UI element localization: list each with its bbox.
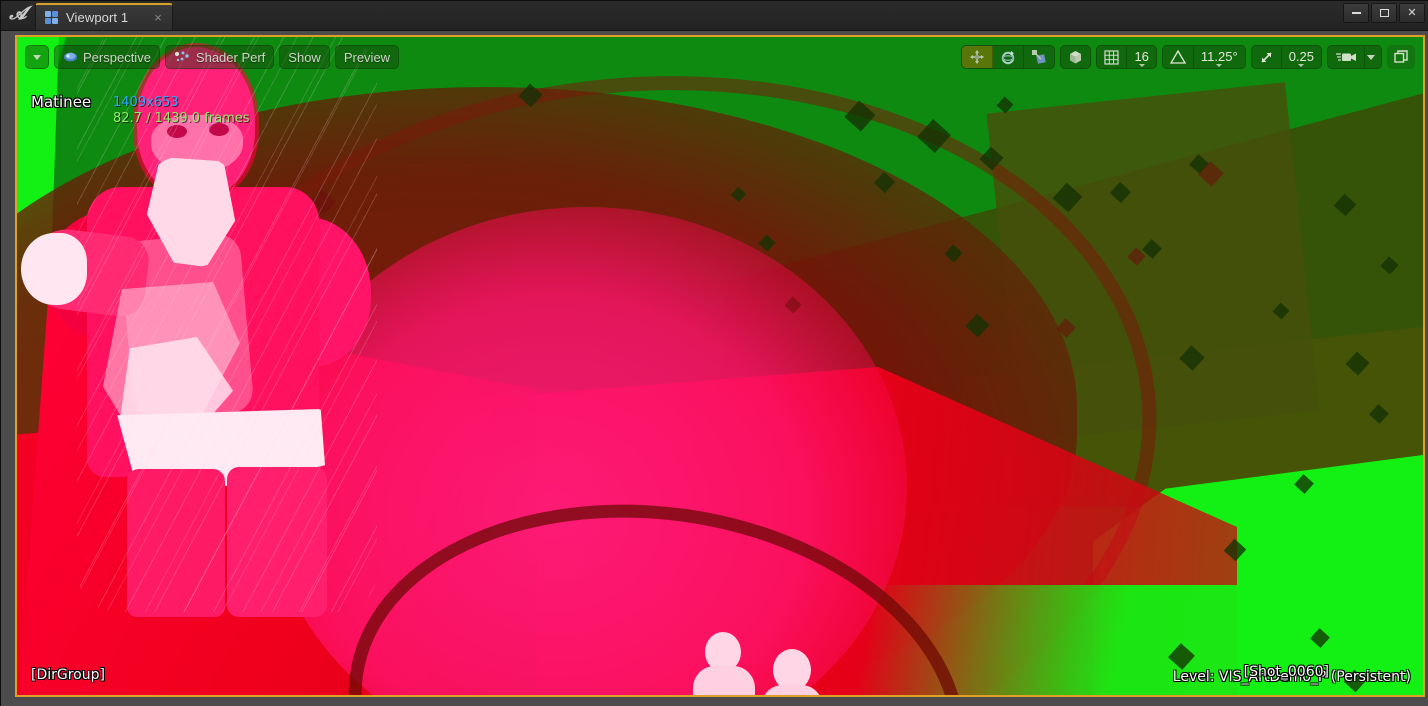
viewport-options-button[interactable] [25,45,49,69]
chevron-down-icon [33,55,41,60]
scale-snap-value: 0.25 [1289,49,1314,66]
title-bar: 𝓐 Viewport 1 × ✕ [1,1,1428,31]
frames-stat: 82.7 / 1439.0 frames [113,111,250,126]
camera-speed-icon [1336,50,1358,64]
preview-menu-button[interactable]: Preview [335,45,399,69]
tab-strip: Viewport 1 × [35,0,173,30]
rotate-gizmo-button[interactable] [993,46,1024,68]
background-figure [689,632,759,695]
grid-snap-value-dropdown[interactable]: 16 [1127,46,1155,68]
angle-snap-group: 11.25° [1162,45,1246,69]
view-mode-label: Perspective [83,50,151,65]
tab-label: Viewport 1 [66,10,128,25]
shader-complexity-icon [174,50,191,64]
shot-label: [Shot_0060] [1244,664,1329,680]
translate-gizmo-button[interactable] [962,46,993,68]
editor-body: Perspective Shader Perf Show [1,31,1428,706]
window-controls: ✕ [1343,3,1425,23]
angle-snap-value: 11.25° [1201,49,1238,66]
scale-snap-group: 0.25 [1251,45,1322,69]
scale-gizmo-button[interactable] [1024,46,1054,68]
shader-perf-button[interactable]: Shader Perf [165,45,274,69]
show-label: Show [288,50,321,65]
chevron-down-icon [1216,64,1222,67]
maximize-viewport-button[interactable] [1387,45,1415,69]
matinee-label: Matinee [31,93,91,111]
scene-render [17,37,1423,695]
chevron-down-icon [1367,55,1375,60]
show-menu-button[interactable]: Show [279,45,330,69]
camera-speed-button[interactable] [1328,46,1365,68]
camera-perspective-icon [63,50,78,64]
tab-viewport-1[interactable]: Viewport 1 × [35,3,173,30]
viewport-3d[interactable]: Perspective Shader Perf Show [15,35,1425,697]
resolution-stat: 1409x653 [113,95,179,110]
close-button[interactable]: ✕ [1399,3,1425,23]
scale-snap-icon [1259,50,1274,65]
grid-snap-toggle[interactable] [1097,46,1127,68]
chevron-down-icon [1298,64,1304,67]
preview-label: Preview [344,50,390,65]
rotate-gizmo-icon [1000,49,1016,65]
maximize-viewport-icon [1394,50,1408,64]
grid-snap-icon [1104,50,1119,65]
grid-snap-value: 16 [1134,49,1148,66]
angle-snap-toggle[interactable] [1163,46,1194,68]
dirgroup-label: [DirGroup] [31,667,105,683]
background-figure [759,649,825,695]
scale-snap-value-dropdown[interactable]: 0.25 [1282,46,1321,68]
scale-gizmo-icon [1031,49,1047,65]
viewport-toolbar-left: Perspective Shader Perf Show [25,45,399,69]
unreal-logo-icon: 𝓐 [1,0,35,30]
viewport-toolbar-right: 16 11.25° [961,45,1415,69]
editor-window: 𝓐 Viewport 1 × ✕ [0,0,1428,706]
shader-perf-label: Shader Perf [196,50,265,65]
coordinate-system-button[interactable] [1061,46,1090,68]
scale-snap-toggle[interactable] [1252,46,1282,68]
camera-speed-dropdown[interactable] [1365,46,1381,68]
grid-snap-group: 16 [1096,45,1156,69]
minimize-button[interactable] [1343,3,1369,23]
transform-gizmo-group [961,45,1055,69]
coordinate-system-group [1060,45,1091,69]
close-icon[interactable]: × [150,9,166,27]
world-coordinate-cube-icon [1068,50,1083,65]
angle-snap-value-dropdown[interactable]: 11.25° [1194,46,1245,68]
viewport-grid-icon [45,11,58,24]
chevron-down-icon [1139,64,1145,67]
camera-speed-group [1327,45,1382,69]
maximize-button[interactable] [1371,3,1397,23]
view-mode-button[interactable]: Perspective [54,45,160,69]
translate-gizmo-icon [969,49,985,65]
angle-snap-icon [1170,50,1186,64]
